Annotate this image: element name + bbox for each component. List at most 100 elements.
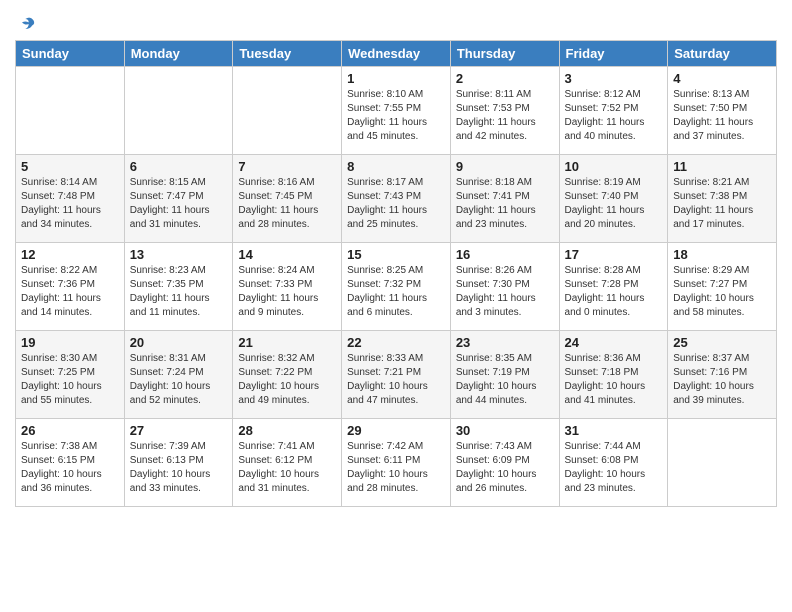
day-number: 23 (456, 335, 554, 350)
day-cell: 5Sunrise: 8:14 AM Sunset: 7:48 PM Daylig… (16, 155, 125, 243)
week-row-1: 1 Sunrise: 8:10 AM Sunset: 7:55 PM Daylig… (16, 67, 777, 155)
day-number: 15 (347, 247, 445, 262)
day-number: 1 (347, 71, 445, 86)
week-row-5: 26 Sunrise: 7:38 AM Sunset: 6:15 PM Dayli… (16, 419, 777, 507)
day-cell: 1 Sunrise: 8:10 AM Sunset: 7:55 PM Daylig… (342, 67, 451, 155)
day-cell: 16 Sunrise: 8:26 AM Sunset: 7:30 PM Dayli… (450, 243, 559, 331)
day-number: 26 (21, 423, 119, 438)
day-cell: 12 Sunrise: 8:22 AM Sunset: 7:36 PM Dayli… (16, 243, 125, 331)
day-number: 31 (565, 423, 663, 438)
day-info: Sunrise: 8:37 AM Sunset: 7:16 PM Dayligh… (673, 352, 771, 408)
day-number: 24 (565, 335, 663, 350)
day-info: Sunrise: 8:25 AM Sunset: 7:32 PM Dayligh… (347, 264, 445, 320)
day-cell: 7 Sunrise: 8:16 AM Sunset: 7:45 PM Daylig… (233, 155, 342, 243)
day-number: 16 (456, 247, 554, 262)
day-number: 28 (238, 423, 336, 438)
day-info: Sunrise: 7:43 AM Sunset: 6:09 PM Dayligh… (456, 440, 554, 496)
day-number: 4 (673, 71, 771, 86)
logo-bird-icon (17, 14, 37, 34)
day-info: Sunrise: 8:36 AM Sunset: 7:18 PM Dayligh… (565, 352, 663, 408)
day-cell: 17 Sunrise: 8:28 AM Sunset: 7:28 PM Dayli… (559, 243, 668, 331)
day-cell: 30 Sunrise: 7:43 AM Sunset: 6:09 PM Dayli… (450, 419, 559, 507)
day-cell: 15 Sunrise: 8:25 AM Sunset: 7:32 PM Dayli… (342, 243, 451, 331)
day-cell (124, 67, 233, 155)
day-number: 29 (347, 423, 445, 438)
day-info: Sunrise: 8:19 AM Sunset: 7:40 PM Dayligh… (565, 176, 663, 232)
day-cell (233, 67, 342, 155)
day-number: 3 (565, 71, 663, 86)
day-info: Sunrise: 8:10 AM Sunset: 7:55 PM Dayligh… (347, 88, 445, 144)
day-info: Sunrise: 8:17 AM Sunset: 7:43 PM Dayligh… (347, 176, 445, 232)
day-cell: 9 Sunrise: 8:18 AM Sunset: 7:41 PM Daylig… (450, 155, 559, 243)
day-number: 12 (21, 247, 119, 262)
day-info: Sunrise: 8:33 AM Sunset: 7:21 PM Dayligh… (347, 352, 445, 408)
day-info: Sunrise: 8:24 AM Sunset: 7:33 PM Dayligh… (238, 264, 336, 320)
day-number: 6 (130, 159, 228, 174)
day-number: 13 (130, 247, 228, 262)
day-number: 30 (456, 423, 554, 438)
day-number: 9 (456, 159, 554, 174)
day-info: Sunrise: 8:28 AM Sunset: 7:28 PM Dayligh… (565, 264, 663, 320)
day-cell (668, 419, 777, 507)
day-cell: 24 Sunrise: 8:36 AM Sunset: 7:18 PM Dayli… (559, 331, 668, 419)
day-info: Sunrise: 8:11 AM Sunset: 7:53 PM Dayligh… (456, 88, 554, 144)
weekday-friday: Friday (559, 41, 668, 67)
day-info: Sunrise: 8:26 AM Sunset: 7:30 PM Dayligh… (456, 264, 554, 320)
day-number: 10 (565, 159, 663, 174)
calendar: SundayMondayTuesdayWednesdayThursdayFrid… (15, 40, 777, 507)
page: SundayMondayTuesdayWednesdayThursdayFrid… (0, 0, 792, 612)
day-number: 7 (238, 159, 336, 174)
day-number: 8 (347, 159, 445, 174)
day-cell: 4 Sunrise: 8:13 AM Sunset: 7:50 PM Daylig… (668, 67, 777, 155)
day-cell: 3 Sunrise: 8:12 AM Sunset: 7:52 PM Daylig… (559, 67, 668, 155)
weekday-monday: Monday (124, 41, 233, 67)
week-row-2: 5Sunrise: 8:14 AM Sunset: 7:48 PM Daylig… (16, 155, 777, 243)
logo (15, 14, 37, 34)
day-cell: 10 Sunrise: 8:19 AM Sunset: 7:40 PM Dayli… (559, 155, 668, 243)
day-cell: 14 Sunrise: 8:24 AM Sunset: 7:33 PM Dayli… (233, 243, 342, 331)
day-number: 25 (673, 335, 771, 350)
day-info: Sunrise: 8:12 AM Sunset: 7:52 PM Dayligh… (565, 88, 663, 144)
day-number: 18 (673, 247, 771, 262)
day-cell: 2 Sunrise: 8:11 AM Sunset: 7:53 PM Daylig… (450, 67, 559, 155)
header (15, 10, 777, 34)
weekday-sunday: Sunday (16, 41, 125, 67)
day-info: Sunrise: 8:31 AM Sunset: 7:24 PM Dayligh… (130, 352, 228, 408)
day-number: 27 (130, 423, 228, 438)
day-info: Sunrise: 7:44 AM Sunset: 6:08 PM Dayligh… (565, 440, 663, 496)
day-info: Sunrise: 7:41 AM Sunset: 6:12 PM Dayligh… (238, 440, 336, 496)
day-cell: 18Sunrise: 8:29 AM Sunset: 7:27 PM Dayli… (668, 243, 777, 331)
day-info: Sunrise: 7:42 AM Sunset: 6:11 PM Dayligh… (347, 440, 445, 496)
day-number: 17 (565, 247, 663, 262)
day-cell: 21 Sunrise: 8:32 AM Sunset: 7:22 PM Dayli… (233, 331, 342, 419)
week-row-4: 19Sunrise: 8:30 AM Sunset: 7:25 PM Dayli… (16, 331, 777, 419)
day-info: Sunrise: 8:22 AM Sunset: 7:36 PM Dayligh… (21, 264, 119, 320)
day-info: Sunrise: 7:39 AM Sunset: 6:13 PM Dayligh… (130, 440, 228, 496)
day-cell: 23 Sunrise: 8:35 AM Sunset: 7:19 PM Dayli… (450, 331, 559, 419)
day-info: Sunrise: 8:30 AM Sunset: 7:25 PM Dayligh… (21, 352, 119, 408)
day-cell: 31 Sunrise: 7:44 AM Sunset: 6:08 PM Dayli… (559, 419, 668, 507)
weekday-wednesday: Wednesday (342, 41, 451, 67)
day-cell: 13Sunrise: 8:23 AM Sunset: 7:35 PM Dayli… (124, 243, 233, 331)
day-cell: 6Sunrise: 8:15 AM Sunset: 7:47 PM Daylig… (124, 155, 233, 243)
day-cell: 26 Sunrise: 7:38 AM Sunset: 6:15 PM Dayli… (16, 419, 125, 507)
weekday-thursday: Thursday (450, 41, 559, 67)
day-info: Sunrise: 8:21 AM Sunset: 7:38 PM Dayligh… (673, 176, 771, 232)
day-info: Sunrise: 8:13 AM Sunset: 7:50 PM Dayligh… (673, 88, 771, 144)
day-cell (16, 67, 125, 155)
day-info: Sunrise: 7:38 AM Sunset: 6:15 PM Dayligh… (21, 440, 119, 496)
day-cell: 29 Sunrise: 7:42 AM Sunset: 6:11 PM Dayli… (342, 419, 451, 507)
day-info: Sunrise: 8:35 AM Sunset: 7:19 PM Dayligh… (456, 352, 554, 408)
day-number: 2 (456, 71, 554, 86)
day-number: 14 (238, 247, 336, 262)
day-info: Sunrise: 8:18 AM Sunset: 7:41 PM Dayligh… (456, 176, 554, 232)
day-cell: 19Sunrise: 8:30 AM Sunset: 7:25 PM Dayli… (16, 331, 125, 419)
weekday-saturday: Saturday (668, 41, 777, 67)
day-info: Sunrise: 8:16 AM Sunset: 7:45 PM Dayligh… (238, 176, 336, 232)
day-number: 5 (21, 159, 119, 174)
day-info: Sunrise: 8:32 AM Sunset: 7:22 PM Dayligh… (238, 352, 336, 408)
week-row-3: 12 Sunrise: 8:22 AM Sunset: 7:36 PM Dayli… (16, 243, 777, 331)
day-number: 21 (238, 335, 336, 350)
weekday-tuesday: Tuesday (233, 41, 342, 67)
day-cell: 8 Sunrise: 8:17 AM Sunset: 7:43 PM Daylig… (342, 155, 451, 243)
